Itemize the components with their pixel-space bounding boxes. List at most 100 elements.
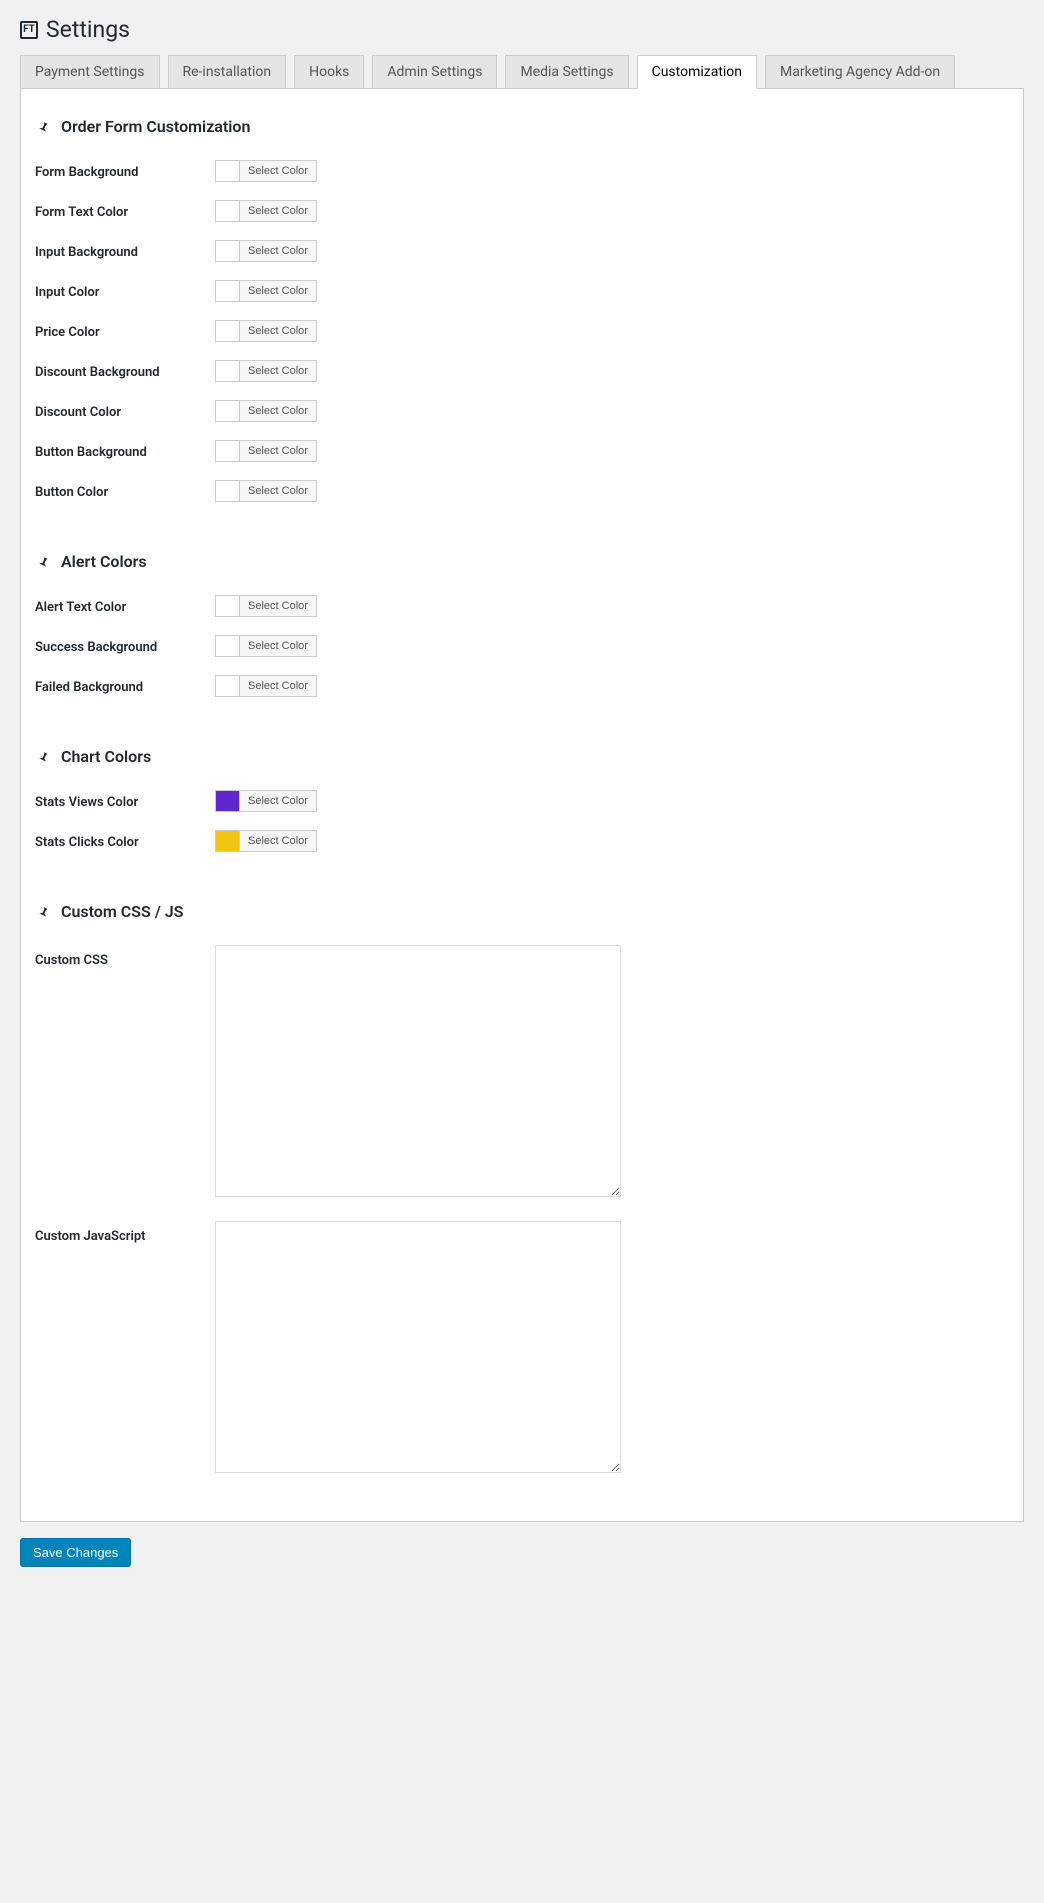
alert-colors-rows: Alert Text ColorSelect ColorSuccess Back… <box>35 595 1009 715</box>
success-background-color-control: Select Color <box>215 635 317 657</box>
button-color-select-color-button[interactable]: Select Color <box>239 480 317 502</box>
discount-color-select-color-button[interactable]: Select Color <box>239 400 317 422</box>
failed-background-select-color-button[interactable]: Select Color <box>239 675 317 697</box>
stats-clicks-color-swatch[interactable] <box>215 830 239 852</box>
section-chart-colors: Chart Colors <box>35 747 1009 766</box>
section-alert-colors: Alert Colors <box>35 552 1009 571</box>
failed-background-row: Failed Background Select Color <box>35 675 1009 715</box>
discount-background-select-color-button[interactable]: Select Color <box>239 360 317 382</box>
custom-js-textarea[interactable] <box>215 1221 621 1473</box>
price-color-select-color-button[interactable]: Select Color <box>239 320 317 342</box>
input-background-select-color-button[interactable]: Select Color <box>239 240 317 262</box>
form-background-select-color-button[interactable]: Select Color <box>239 160 317 182</box>
alert-text-color-select-color-button[interactable]: Select Color <box>239 595 317 617</box>
custom-code-rows: Custom CSS Custom JavaScript <box>35 945 1009 1497</box>
form-text-color-select-color-button[interactable]: Select Color <box>239 200 317 222</box>
alert-text-color-swatch[interactable] <box>215 595 239 617</box>
discount-color-swatch[interactable] <box>215 400 239 422</box>
button-background-swatch[interactable] <box>215 440 239 462</box>
tab-media[interactable]: Media Settings <box>505 55 628 88</box>
button-background-label: Button Background <box>35 440 215 460</box>
input-background-label: Input Background <box>35 240 215 260</box>
button-background-color-control: Select Color <box>215 440 317 462</box>
form-text-color-row: Form Text Color Select Color <box>35 200 1009 240</box>
button-color-label: Button Color <box>35 480 215 500</box>
pin-icon <box>35 554 51 570</box>
save-changes-button[interactable]: Save Changes <box>20 1538 131 1567</box>
pin-icon <box>35 749 51 765</box>
tab-agency[interactable]: Marketing Agency Add-on <box>765 55 955 88</box>
input-color-swatch[interactable] <box>215 280 239 302</box>
tab-reinstall[interactable]: Re-installation <box>168 55 287 88</box>
stats-clicks-color-color-control: Select Color <box>215 830 317 852</box>
form-background-color-control: Select Color <box>215 160 317 182</box>
page-title: Settings <box>46 16 130 43</box>
custom-css-row: Custom CSS <box>35 945 1009 1201</box>
alert-text-color-label: Alert Text Color <box>35 595 215 615</box>
form-text-color-color-control: Select Color <box>215 200 317 222</box>
button-color-swatch[interactable] <box>215 480 239 502</box>
form-background-row: Form Background Select Color <box>35 160 1009 200</box>
pin-icon <box>35 119 51 135</box>
tab-payment[interactable]: Payment Settings <box>20 55 160 88</box>
button-background-row: Button Background Select Color <box>35 440 1009 480</box>
input-background-color-control: Select Color <box>215 240 317 262</box>
button-background-select-color-button[interactable]: Select Color <box>239 440 317 462</box>
input-color-label: Input Color <box>35 280 215 300</box>
discount-background-label: Discount Background <box>35 360 215 380</box>
settings-tabs: Payment SettingsRe-installationHooksAdmi… <box>20 55 1024 88</box>
failed-background-label: Failed Background <box>35 675 215 695</box>
chart-colors-rows: Stats Views ColorSelect ColorStats Click… <box>35 790 1009 870</box>
price-color-swatch[interactable] <box>215 320 239 342</box>
custom-css-label: Custom CSS <box>35 945 215 968</box>
button-color-row: Button Color Select Color <box>35 480 1009 520</box>
stats-views-color-row: Stats Views ColorSelect Color <box>35 790 1009 830</box>
discount-color-row: Discount Color Select Color <box>35 400 1009 440</box>
failed-background-color-control: Select Color <box>215 675 317 697</box>
alert-text-color-row: Alert Text Color Select Color <box>35 595 1009 635</box>
stats-views-color-color-control: Select Color <box>215 790 317 812</box>
input-color-color-control: Select Color <box>215 280 317 302</box>
input-color-row: Input Color Select Color <box>35 280 1009 320</box>
failed-background-swatch[interactable] <box>215 675 239 697</box>
success-background-row: Success Background Select Color <box>35 635 1009 675</box>
section-title-custom-code: Custom CSS / JS <box>61 902 183 921</box>
custom-js-row: Custom JavaScript <box>35 1221 1009 1477</box>
price-color-color-control: Select Color <box>215 320 317 342</box>
price-color-row: Price Color Select Color <box>35 320 1009 360</box>
discount-background-swatch[interactable] <box>215 360 239 382</box>
input-color-select-color-button[interactable]: Select Color <box>239 280 317 302</box>
tab-admin[interactable]: Admin Settings <box>372 55 497 88</box>
discount-color-color-control: Select Color <box>215 400 317 422</box>
stats-views-color-select-color-button[interactable]: Select Color <box>239 790 317 812</box>
form-background-swatch[interactable] <box>215 160 239 182</box>
form-text-color-label: Form Text Color <box>35 200 215 220</box>
app-icon: FT <box>20 21 38 39</box>
discount-background-row: Discount Background Select Color <box>35 360 1009 400</box>
success-background-swatch[interactable] <box>215 635 239 657</box>
footer: Save Changes <box>20 1522 1024 1589</box>
stats-views-color-swatch[interactable] <box>215 790 239 812</box>
form-text-color-swatch[interactable] <box>215 200 239 222</box>
stats-clicks-color-label: Stats Clicks Color <box>35 830 215 850</box>
price-color-label: Price Color <box>35 320 215 340</box>
discount-color-label: Discount Color <box>35 400 215 420</box>
custom-js-label: Custom JavaScript <box>35 1221 215 1244</box>
custom-css-textarea[interactable] <box>215 945 621 1197</box>
alert-text-color-color-control: Select Color <box>215 595 317 617</box>
page-header: FT Settings <box>20 10 1024 55</box>
success-background-label: Success Background <box>35 635 215 655</box>
input-background-row: Input Background Select Color <box>35 240 1009 280</box>
section-title-order-form: Order Form Customization <box>61 117 250 136</box>
stats-clicks-color-select-color-button[interactable]: Select Color <box>239 830 317 852</box>
success-background-select-color-button[interactable]: Select Color <box>239 635 317 657</box>
customization-panel: Order Form Customization Form Background… <box>20 88 1024 1522</box>
pin-icon <box>35 904 51 920</box>
stats-clicks-color-row: Stats Clicks Color Select Color <box>35 830 1009 870</box>
form-background-label: Form Background <box>35 160 215 180</box>
discount-background-color-control: Select Color <box>215 360 317 382</box>
tab-hooks[interactable]: Hooks <box>294 55 364 88</box>
input-background-swatch[interactable] <box>215 240 239 262</box>
order-form-rows: Form BackgroundSelect ColorForm Text Col… <box>35 160 1009 520</box>
tab-custom[interactable]: Customization <box>637 55 757 89</box>
